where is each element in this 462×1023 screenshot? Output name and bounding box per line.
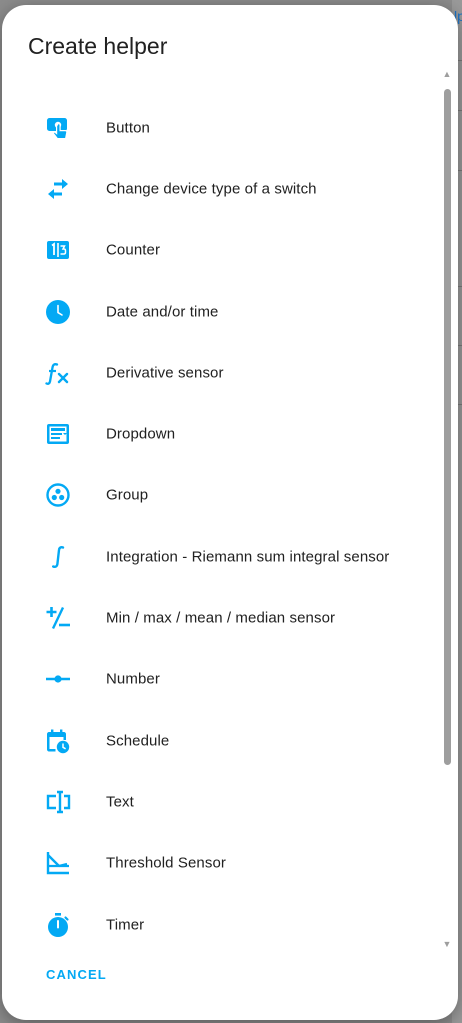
- ray-vertex-icon: [44, 665, 72, 693]
- form-textbox-icon: [44, 788, 72, 816]
- integral-icon: [44, 543, 72, 571]
- helper-item-button[interactable]: Button: [2, 97, 432, 158]
- dialog-title: Create helper: [28, 33, 168, 59]
- helper-item-change-device-type[interactable]: Change device type of a switch: [2, 158, 432, 219]
- timer-outline-icon: [44, 911, 72, 939]
- helper-item-label: Counter: [106, 241, 161, 259]
- swap-horizontal-icon: [44, 175, 72, 203]
- form-dropdown-icon: [44, 420, 72, 448]
- scrollbar-thumb[interactable]: [444, 89, 451, 765]
- helper-item-label: Date and/or time: [106, 303, 219, 321]
- counter-icon: [44, 236, 72, 264]
- helper-item-number[interactable]: Number: [2, 649, 432, 710]
- helper-item-label: Button: [106, 119, 150, 137]
- helper-item-schedule[interactable]: Schedule: [2, 710, 432, 771]
- create-helper-dialog: Create helper Button Change device type …: [2, 5, 458, 1020]
- helper-item-min-max[interactable]: Min / max / mean / median sensor: [2, 587, 432, 648]
- helper-item-threshold-sensor[interactable]: Threshold Sensor: [2, 833, 432, 894]
- helper-item-timer[interactable]: Timer: [2, 894, 432, 955]
- helper-item-label: Min / max / mean / median sensor: [106, 609, 336, 627]
- helper-item-label: Number: [106, 670, 160, 688]
- function-variant-icon: [44, 359, 72, 387]
- helper-list: Button Change device type of a switch Co…: [2, 97, 432, 955]
- helper-item-date-time[interactable]: Date and/or time: [2, 281, 432, 342]
- helper-item-dropdown[interactable]: Dropdown: [2, 403, 432, 464]
- helper-item-counter[interactable]: Counter: [2, 220, 432, 281]
- clock-icon: [44, 298, 72, 326]
- helper-item-label: Dropdown: [106, 425, 176, 443]
- helper-item-derivative-sensor[interactable]: Derivative sensor: [2, 342, 432, 403]
- google-circles-communities-icon: [44, 481, 72, 509]
- scroll-down-arrow-icon[interactable]: ▼: [442, 939, 452, 949]
- plus-minus-icon: [44, 604, 72, 632]
- helper-item-label: Timer: [106, 916, 145, 933]
- calendar-clock-icon: [44, 727, 72, 755]
- helper-item-label: Derivative sensor: [106, 364, 224, 382]
- helper-item-label: Integration - Riemann sum integral senso…: [106, 548, 390, 566]
- scroll-up-arrow-icon[interactable]: ▲: [442, 69, 452, 79]
- helper-item-integration[interactable]: Integration - Riemann sum integral senso…: [2, 526, 432, 587]
- chart-line-threshold-icon: [44, 849, 72, 877]
- helper-item-label: Group: [106, 486, 149, 504]
- list-scrollbar[interactable]: ▲ ▼: [442, 69, 452, 949]
- gesture-tap-button-icon: [44, 114, 72, 142]
- cancel-button[interactable]: CANCEL: [42, 963, 111, 986]
- helper-item-group[interactable]: Group: [2, 465, 432, 526]
- helper-item-label: Text: [106, 793, 134, 811]
- helper-item-label: Change device type of a switch: [106, 180, 317, 198]
- helper-item-label: Threshold Sensor: [106, 854, 226, 872]
- helper-item-text[interactable]: Text: [2, 771, 432, 832]
- helper-item-label: Schedule: [106, 732, 170, 750]
